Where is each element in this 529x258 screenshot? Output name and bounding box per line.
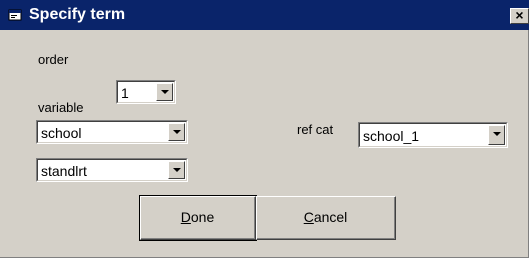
close-icon: × [515,7,524,23]
close-button[interactable]: × [510,8,529,24]
order-select-value: 1 [121,85,129,101]
title-bar[interactable]: Specify term × [0,0,529,30]
done-label-rest: one [190,209,215,225]
chevron-down-icon[interactable] [168,161,185,179]
window-title: Specify term [29,6,126,23]
chevron-down-icon[interactable] [488,125,505,145]
cancel-label-rest: ancel [313,209,348,225]
cancel-button[interactable]: Cancel [256,196,396,240]
cancel-mnemonic: C [303,209,314,225]
specify-term-dialog: Specify term × order 1 variable school s… [0,0,529,258]
variable-select-2[interactable]: standlrt [36,158,188,182]
ref-cat-select-value: school_1 [363,128,420,144]
variable-select-2-value: standlrt [41,163,87,179]
done-button[interactable]: Done [139,195,257,241]
ref-cat-label: ref cat [297,122,334,137]
variable-label: variable [38,100,84,115]
chevron-down-icon[interactable] [156,83,173,101]
window-icon [8,9,22,21]
variable-select-1[interactable]: school [36,120,188,144]
done-mnemonic: D [180,209,191,225]
order-select[interactable]: 1 [116,80,176,104]
chevron-down-icon[interactable] [168,123,185,141]
order-label: order [38,52,69,67]
variable-select-1-value: school [41,125,82,141]
ref-cat-select[interactable]: school_1 [358,122,508,148]
